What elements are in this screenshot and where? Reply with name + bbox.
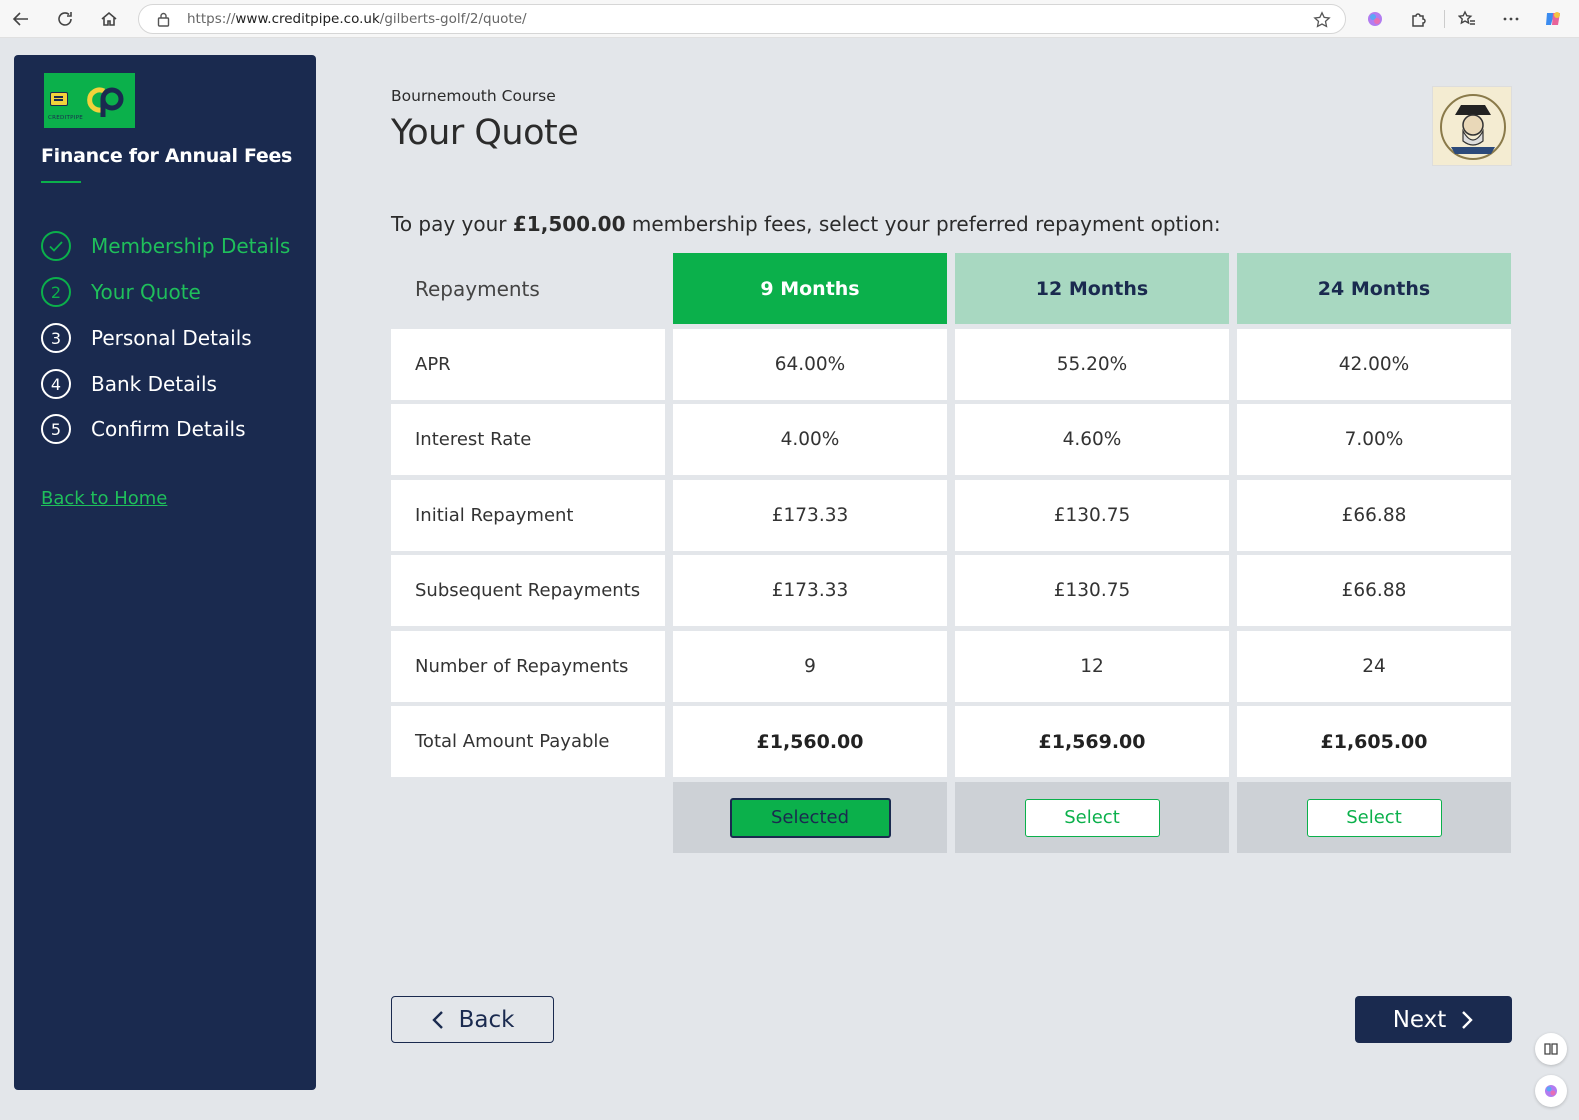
row-label-apr: APR — [391, 329, 665, 400]
select-9-months-button[interactable]: Selected — [729, 797, 891, 838]
table-cell: 12 — [955, 631, 1229, 702]
title-underline — [41, 181, 81, 183]
step-bank-details[interactable]: 4 Bank Details — [41, 368, 217, 400]
total-cell: £1,569.00 — [955, 706, 1229, 777]
favorites-icon[interactable] — [1454, 6, 1480, 32]
copilot-brain-icon[interactable] — [1362, 6, 1388, 32]
table-cell: £66.88 — [1237, 555, 1511, 626]
url-text: https://www.creditpipe.co.uk/gilberts-go… — [187, 11, 527, 27]
more-menu-icon[interactable] — [1498, 6, 1524, 32]
back-to-home-link[interactable]: Back to Home — [41, 488, 167, 509]
chevron-left-icon — [431, 1010, 443, 1029]
sidebar-title: Finance for Annual Fees — [41, 145, 293, 167]
table-cell: 42.00% — [1237, 329, 1511, 400]
header-label: Repayments — [415, 276, 540, 301]
column-header-12-months[interactable]: 12 Months — [955, 253, 1229, 324]
logo-wordmark: CREDITPIPE — [48, 115, 84, 121]
total-cell: £1,605.00 — [1237, 706, 1511, 777]
back-button-label: Back — [458, 1006, 515, 1033]
table-cell: 55.20% — [955, 329, 1229, 400]
step-label: Personal Details — [91, 326, 252, 350]
extensions-puzzle-icon[interactable] — [1406, 6, 1432, 32]
table-cell: £130.75 — [955, 480, 1229, 551]
select-cell: Select — [955, 782, 1229, 853]
step-number: 2 — [41, 277, 71, 307]
reading-view-icon[interactable] — [1535, 1033, 1567, 1065]
table-cell: £130.75 — [955, 555, 1229, 626]
intro-text: To pay your £1,500.00 membership fees, s… — [391, 212, 1221, 236]
select-cell: Select — [1237, 782, 1511, 853]
step-label: Confirm Details — [91, 417, 246, 441]
step-your-quote[interactable]: 2 Your Quote — [41, 276, 201, 308]
cp-logo-mark — [87, 87, 124, 117]
column-header-9-months[interactable]: 9 Months — [673, 253, 947, 324]
table-cell: 9 — [673, 631, 947, 702]
table-cell: £173.33 — [673, 555, 947, 626]
select-12-months-button[interactable]: Select — [1024, 798, 1160, 837]
card-chip-icon — [50, 92, 68, 106]
step-label: Membership Details — [91, 234, 291, 258]
home-icon[interactable] — [96, 6, 122, 32]
lock-icon — [157, 12, 170, 31]
step-number: 4 — [41, 369, 71, 399]
step-number: 5 — [41, 414, 71, 444]
page-title: Your Quote — [391, 113, 579, 153]
table-cell: 24 — [1237, 631, 1511, 702]
fee-amount: £1,500.00 — [512, 212, 626, 236]
row-label-interest-rate: Interest Rate — [391, 404, 665, 475]
column-header-24-months[interactable]: 24 Months — [1237, 253, 1511, 324]
next-button-label: Next — [1392, 1006, 1447, 1033]
row-label-number-of-repayments: Number of Repayments — [391, 631, 665, 702]
step-label: Your Quote — [91, 280, 201, 304]
table-cell: £173.33 — [673, 480, 947, 551]
select-24-months-button[interactable]: Select — [1306, 798, 1442, 837]
total-cell: £1,560.00 — [673, 706, 947, 777]
course-name: Bournemouth Course — [391, 87, 556, 105]
table-cell: 7.00% — [1237, 404, 1511, 475]
table-cell: 64.00% — [673, 329, 947, 400]
step-membership-details[interactable]: Membership Details — [41, 230, 290, 262]
table-cell: 4.60% — [955, 404, 1229, 475]
row-label-total-amount-payable: Total Amount Payable — [391, 706, 665, 777]
table-cell: £66.88 — [1237, 480, 1511, 551]
browser-toolbar: https://www.creditpipe.co.uk/gilberts-go… — [0, 0, 1579, 38]
sidebar: CREDITPIPE Finance for Annual Fees Membe… — [14, 55, 316, 1090]
back-button[interactable]: Back — [391, 996, 554, 1043]
copilot-icon[interactable] — [1540, 6, 1566, 32]
select-cell: Selected — [673, 782, 947, 853]
copilot-sidebar-icon[interactable] — [1535, 1075, 1567, 1107]
table-cell: 4.00% — [673, 404, 947, 475]
creditpipe-logo[interactable]: CREDITPIPE — [44, 73, 135, 128]
golf-club-logo — [1432, 86, 1512, 166]
back-arrow-icon[interactable] — [8, 6, 34, 32]
step-label: Bank Details — [91, 372, 217, 396]
row-label-initial-repayment: Initial Repayment — [391, 480, 665, 551]
address-bar[interactable]: https://www.creditpipe.co.uk/gilberts-go… — [138, 4, 1346, 34]
next-button[interactable]: Next — [1355, 996, 1512, 1043]
step-confirm-details[interactable]: 5 Confirm Details — [41, 413, 246, 445]
favorite-star-icon[interactable] — [1313, 11, 1331, 33]
refresh-icon[interactable] — [52, 6, 78, 32]
step-personal-details[interactable]: 3 Personal Details — [41, 322, 252, 354]
step-number: 3 — [41, 323, 71, 353]
chevron-right-icon — [1462, 1010, 1473, 1029]
check-icon — [41, 231, 71, 261]
row-label-subsequent-repayments: Subsequent Repayments — [391, 555, 665, 626]
toolbar-divider — [1444, 10, 1445, 28]
